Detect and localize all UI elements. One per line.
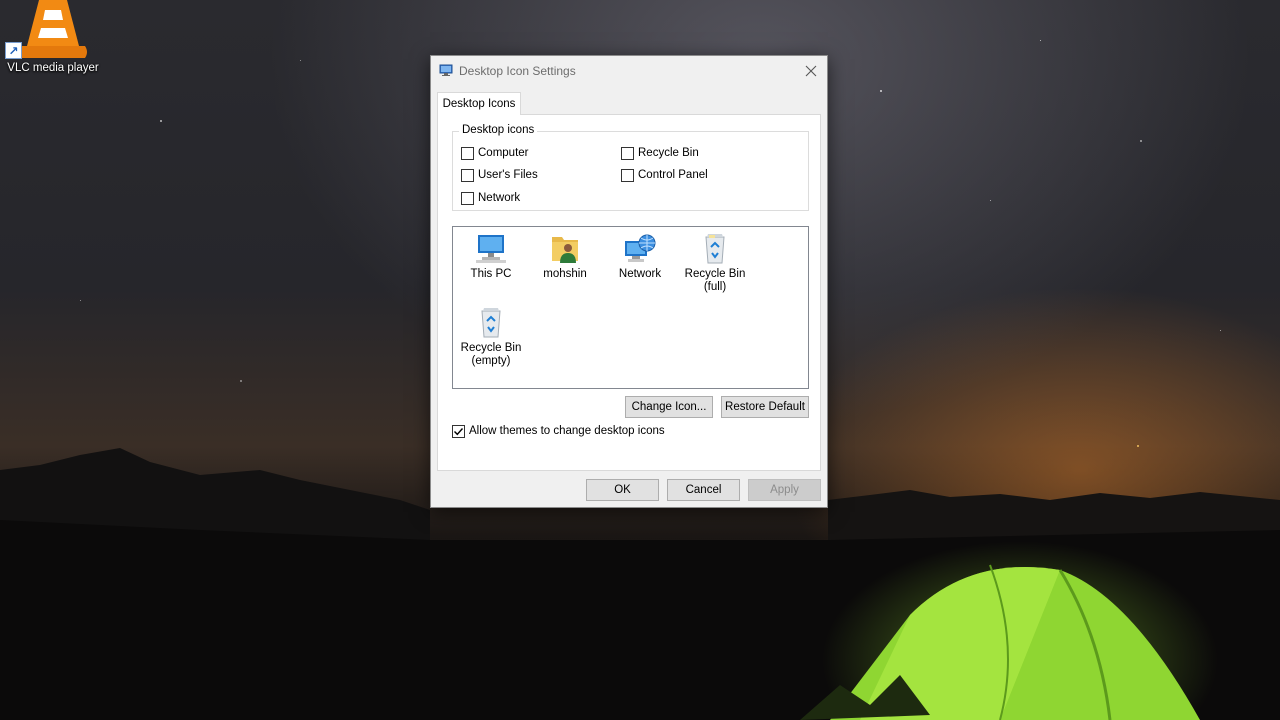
icon-item-this-pc[interactable]: This PC bbox=[455, 233, 527, 281]
icon-item-recycle-bin-full[interactable]: Recycle Bin (full) bbox=[679, 233, 751, 294]
apply-button[interactable]: Apply bbox=[748, 479, 821, 501]
groupbox-title: Desktop icons bbox=[459, 124, 538, 136]
checkbox-network[interactable]: Network bbox=[461, 190, 520, 206]
checkbox-label: Network bbox=[478, 192, 521, 204]
network-icon bbox=[625, 234, 656, 262]
checkbox-box[interactable] bbox=[461, 191, 474, 205]
checkbox-users-files[interactable]: User's Files bbox=[461, 167, 538, 183]
checkbox-box[interactable] bbox=[621, 146, 634, 160]
checkbox-computer[interactable]: Computer bbox=[461, 145, 529, 161]
checkbox-control-panel[interactable]: Control Panel bbox=[621, 167, 708, 183]
this-pc-icon bbox=[476, 235, 506, 263]
ok-button[interactable]: OK bbox=[586, 479, 659, 501]
icon-item-user-folder[interactable]: mohshin bbox=[529, 233, 601, 281]
desktop-icon-list[interactable]: This PC mohshin Network Recycle Bin (ful… bbox=[452, 226, 809, 389]
checkbox-box[interactable] bbox=[461, 168, 474, 182]
checkbox-label: Computer bbox=[478, 147, 529, 159]
desktop-shortcut-vlc[interactable]: ↗ VLC media player bbox=[4, 0, 102, 84]
user-folder-icon bbox=[552, 237, 578, 263]
icon-item-label: mohshin bbox=[543, 268, 587, 280]
desktop-settings-icon bbox=[439, 64, 453, 76]
tab-desktop-icons[interactable]: Desktop Icons bbox=[437, 92, 521, 115]
tent-illustration bbox=[800, 564, 1200, 720]
checkbox-label: User's Files bbox=[478, 169, 538, 181]
icon-item-label: Network bbox=[618, 268, 662, 280]
close-icon bbox=[805, 65, 817, 77]
checkbox-box[interactable] bbox=[461, 146, 474, 160]
checkbox-allow-themes[interactable]: Allow themes to change desktop icons bbox=[452, 423, 665, 439]
checkbox-label: Control Panel bbox=[638, 169, 708, 181]
icon-item-label: (empty) bbox=[471, 355, 511, 367]
icon-item-label: This PC bbox=[470, 268, 512, 280]
checkmark-icon bbox=[454, 427, 464, 435]
recycle-bin-empty-icon bbox=[481, 308, 501, 338]
restore-default-button[interactable]: Restore Default bbox=[721, 396, 809, 418]
checkbox-label: Recycle Bin bbox=[638, 147, 699, 159]
checkbox-recycle-bin[interactable]: Recycle Bin bbox=[621, 145, 699, 161]
desktop-shortcut-label: VLC media player bbox=[7, 62, 99, 74]
checkbox-box[interactable] bbox=[621, 168, 634, 182]
desktop-icons-groupbox: Desktop icons Computer Recycle Bin User'… bbox=[452, 124, 809, 211]
recycle-bin-full-icon bbox=[705, 234, 725, 264]
checkbox-box-checked[interactable] bbox=[452, 424, 465, 438]
tab-panel-desktop-icons: Desktop icons Computer Recycle Bin User'… bbox=[437, 114, 821, 471]
close-button[interactable] bbox=[799, 59, 823, 83]
vlc-cone-icon bbox=[19, 0, 87, 58]
dialog-title: Desktop Icon Settings bbox=[459, 64, 576, 78]
desktop-icon-settings-dialog: Desktop Icon Settings Desktop Icons Desk… bbox=[430, 55, 828, 508]
cancel-button[interactable]: Cancel bbox=[667, 479, 740, 501]
icon-item-label: Recycle Bin bbox=[460, 342, 522, 354]
change-icon-button[interactable]: Change Icon... bbox=[625, 396, 713, 418]
checkbox-label: Allow themes to change desktop icons bbox=[469, 425, 665, 437]
icon-item-recycle-bin-empty[interactable]: Recycle Bin (empty) bbox=[455, 307, 527, 368]
icon-item-label: Recycle Bin bbox=[684, 268, 746, 280]
dialog-titlebar[interactable]: Desktop Icon Settings bbox=[431, 56, 827, 86]
icon-item-network[interactable]: Network bbox=[604, 233, 676, 281]
icon-item-label: (full) bbox=[703, 281, 727, 293]
shortcut-arrow-icon: ↗ bbox=[5, 42, 22, 59]
